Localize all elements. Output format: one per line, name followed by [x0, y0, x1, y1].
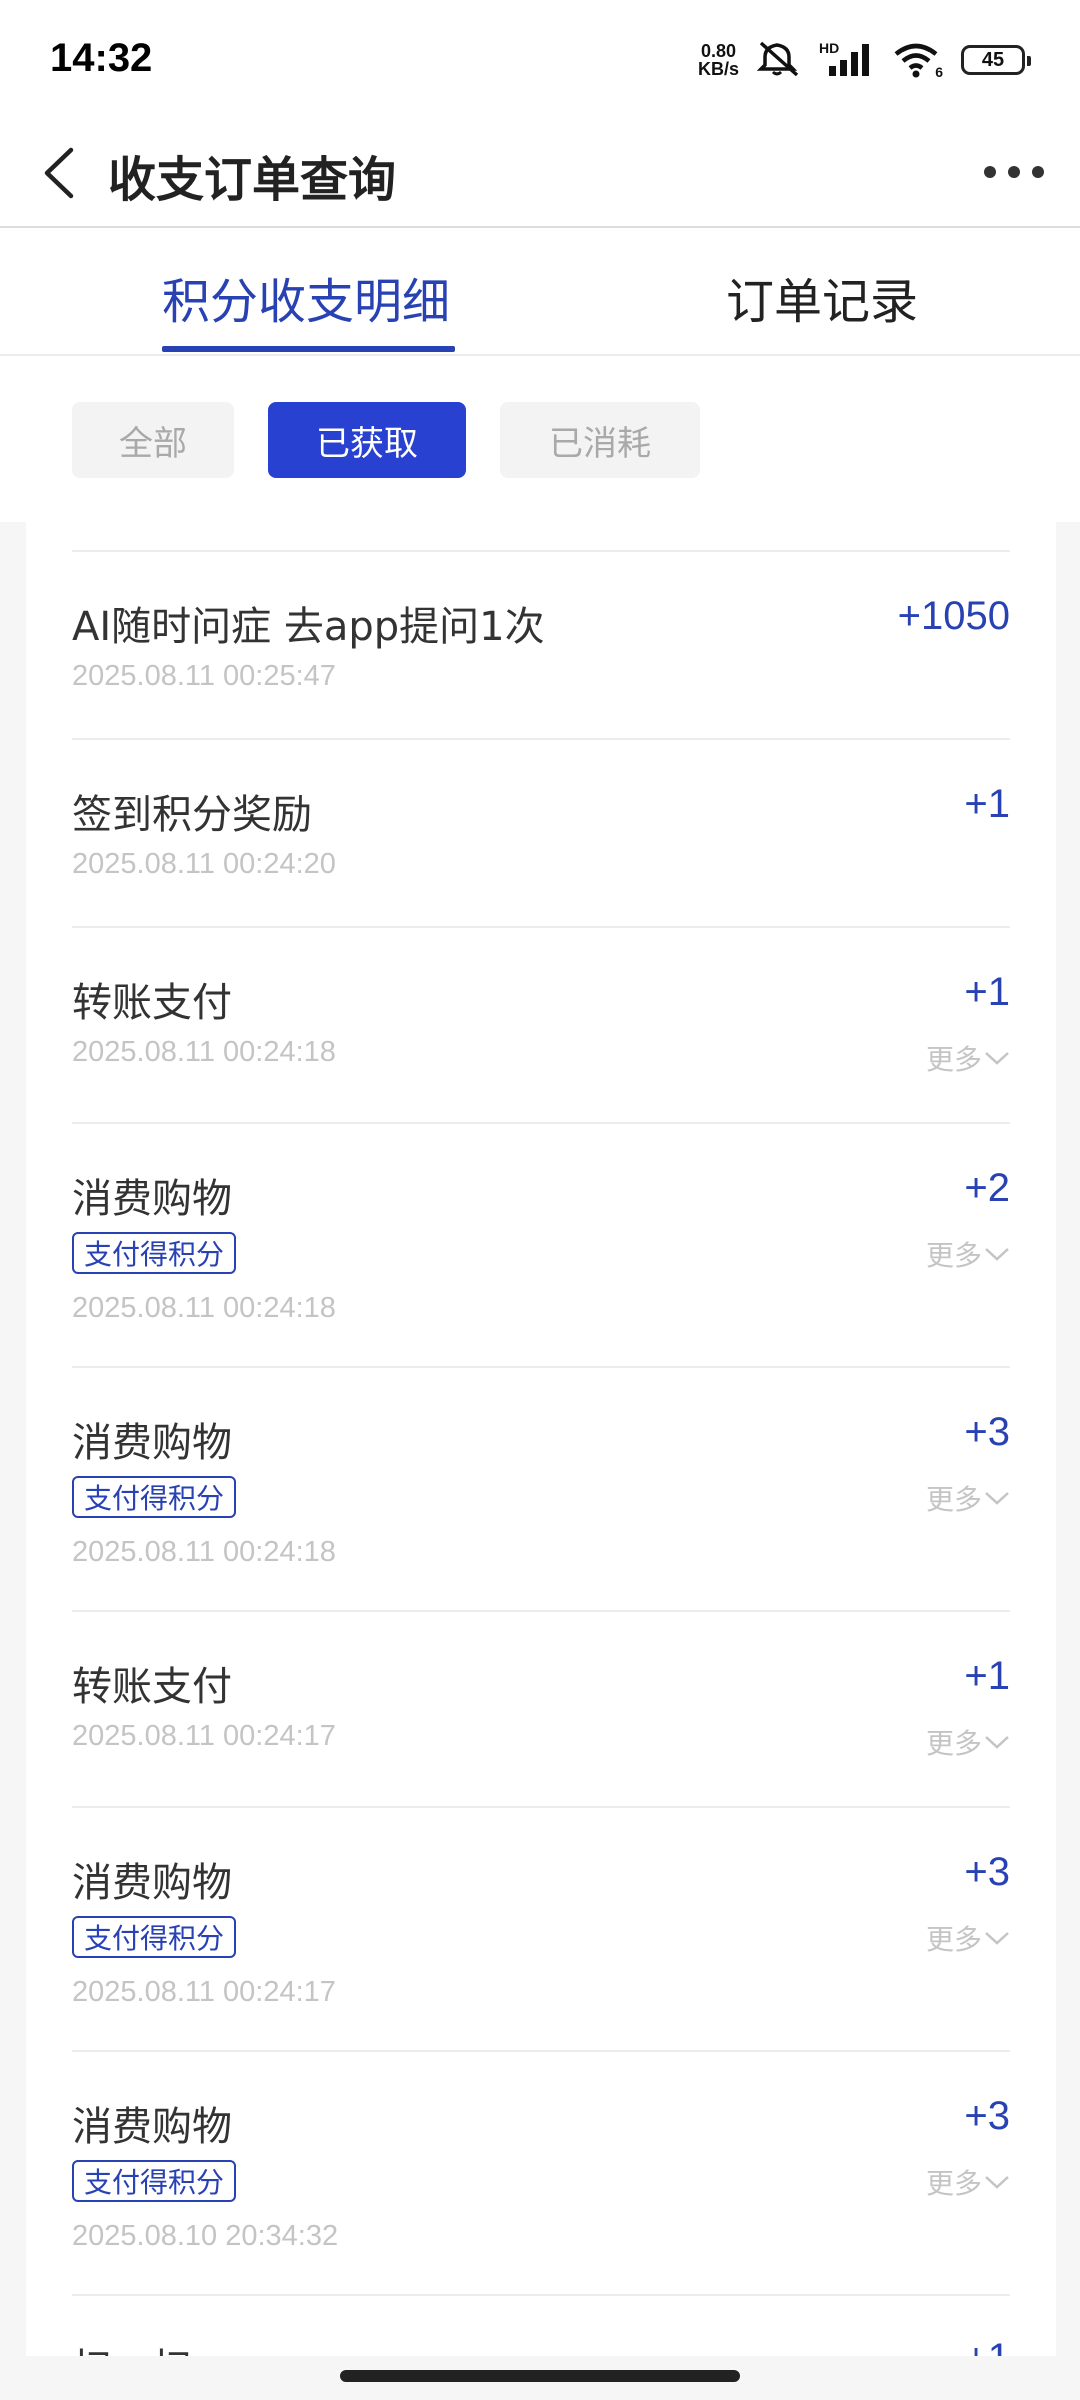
record-date: 2025.08.11 00:24:17 [72, 1976, 336, 2008]
more-label: 更多 [925, 1483, 982, 1516]
record-name: AI随时问症 去app提问1次 [72, 604, 545, 650]
record-date: 2025.08.11 00:24:18 [72, 1536, 336, 1568]
mute-icon [756, 39, 801, 81]
page-title: 收支订单查询 [108, 152, 397, 208]
filter-earned-chip[interactable]: 已获取 [268, 402, 466, 478]
record-amount: +1050 [897, 594, 1010, 638]
list-item[interactable]: AI随时问症 去app提问1次 +1050 2025.08.11 00:25:4… [72, 550, 1010, 740]
dot-icon [1032, 166, 1044, 178]
list-item[interactable]: 消费购物 +3 支付得积分 更多 2025.08.11 00:24:17 [72, 1806, 1010, 2052]
signal-icon: HD [819, 40, 875, 78]
chevron-down-icon [985, 1736, 1009, 1749]
record-tag: 支付得积分 [72, 1476, 237, 1518]
record-amount: +1 [964, 1654, 1010, 1698]
home-indicator[interactable] [340, 2370, 740, 2382]
active-tab-indicator [162, 346, 455, 352]
wifi-icon: 6 [893, 42, 943, 80]
net-speed-value: 0.80 [700, 41, 737, 61]
record-name: 消费购物 [72, 1176, 232, 1222]
battery-icon: 45 [961, 45, 1031, 75]
record-more-link[interactable]: 更多 [926, 1234, 1010, 1274]
status-time: 14:32 [50, 36, 153, 80]
record-name: 签到积分奖励 [72, 792, 312, 838]
chevron-down-icon [985, 1052, 1009, 1065]
record-amount: +3 [964, 1410, 1010, 1454]
chevron-down-icon [985, 1248, 1009, 1261]
tab-bar: 积分收支明细 订单记录 [0, 228, 1080, 356]
chevron-down-icon [985, 1492, 1009, 1505]
chevron-down-icon [985, 2176, 1009, 2189]
record-name: 消费购物 [72, 2104, 232, 2150]
more-options-button[interactable] [984, 152, 1044, 192]
wifi-generation: 6 [935, 64, 943, 80]
record-date: 2025.08.11 00:25:47 [72, 660, 336, 692]
record-more-link[interactable]: 更多 [926, 1918, 1010, 1958]
record-date: 2025.08.11 00:24:17 [72, 1720, 336, 1752]
record-date: 2025.08.11 00:24:18 [72, 1292, 336, 1324]
more-label: 更多 [925, 2167, 982, 2200]
record-tag: 支付得积分 [72, 1916, 237, 1958]
tab-points-detail[interactable]: 积分收支明细 [162, 262, 450, 332]
record-amount: +3 [964, 2094, 1010, 2138]
filter-all-chip[interactable]: 全部 [72, 402, 234, 478]
record-amount: +3 [964, 1850, 1010, 1894]
record-date: 2025.08.11 00:24:20 [72, 848, 336, 880]
filter-consumed-chip[interactable]: 已消耗 [500, 402, 700, 478]
app-header: 收支订单查询 [0, 118, 1080, 228]
chevron-down-icon [985, 1932, 1009, 1945]
record-date: 2025.08.11 00:24:18 [72, 1036, 336, 1068]
net-speed-unit: KB/s [697, 59, 739, 79]
record-tag: 支付得积分 [72, 1232, 237, 1274]
status-bar: 14:32 0.80 KB/s HD 6 45 [0, 0, 1080, 118]
net-speed: 0.80 KB/s [698, 42, 739, 78]
record-amount: +1 [964, 2336, 1010, 2356]
list-item[interactable]: 消费购物 +3 支付得积分 更多 2025.08.11 00:24:18 [72, 1366, 1010, 1612]
record-more-link[interactable]: 更多 [926, 2162, 1010, 2202]
chevron-left-icon [44, 147, 74, 199]
dot-icon [984, 166, 996, 178]
record-more-link[interactable]: 更多 [926, 1722, 1010, 1762]
records-list: AI随时问症 去app提问1次 +1050 2025.08.11 00:25:4… [26, 522, 1056, 2356]
more-label: 更多 [925, 1043, 982, 1076]
record-name: 消费购物 [72, 1860, 232, 1906]
record-amount: +2 [964, 1166, 1010, 1210]
record-name: 转账支付 [72, 1664, 232, 1710]
battery-level: 45 [981, 48, 1005, 71]
list-item[interactable]: 签到积分奖励 +1 2025.08.11 00:24:20 [72, 738, 1010, 928]
status-icons: 0.80 KB/s HD 6 45 [698, 39, 1031, 81]
record-tag: 支付得积分 [72, 2160, 237, 2202]
filter-bar: 全部 已获取 已消耗 [0, 356, 1080, 522]
list-item[interactable]: 消费购物 +3 支付得积分 更多 2025.08.10 20:34:32 [72, 2050, 1010, 2296]
record-name: 消费购物 [72, 1420, 232, 1466]
tab-order-records[interactable]: 订单记录 [726, 262, 918, 332]
list-item[interactable]: 消费购物 +2 支付得积分 更多 2025.08.11 00:24:18 [72, 1122, 1010, 1368]
record-amount: +1 [964, 782, 1010, 826]
list-item[interactable]: 扫一扫 +1 [72, 2294, 1010, 2356]
record-more-link[interactable]: 更多 [926, 1478, 1010, 1518]
back-button[interactable] [28, 138, 88, 208]
more-label: 更多 [925, 1239, 982, 1272]
record-name: 转账支付 [72, 980, 232, 1026]
list-item[interactable]: 转账支付 +1 2025.08.11 00:24:18 更多 [72, 926, 1010, 1124]
record-amount: +1 [964, 970, 1010, 1014]
record-name: 扫一扫 [72, 2336, 192, 2356]
record-date: 2025.08.10 20:34:32 [72, 2220, 339, 2252]
list-item[interactable]: 转账支付 +1 2025.08.11 00:24:17 更多 [72, 1610, 1010, 1808]
record-more-link[interactable]: 更多 [926, 1038, 1010, 1078]
dot-icon [1008, 166, 1020, 178]
more-label: 更多 [925, 1923, 982, 1956]
more-label: 更多 [925, 1727, 982, 1760]
